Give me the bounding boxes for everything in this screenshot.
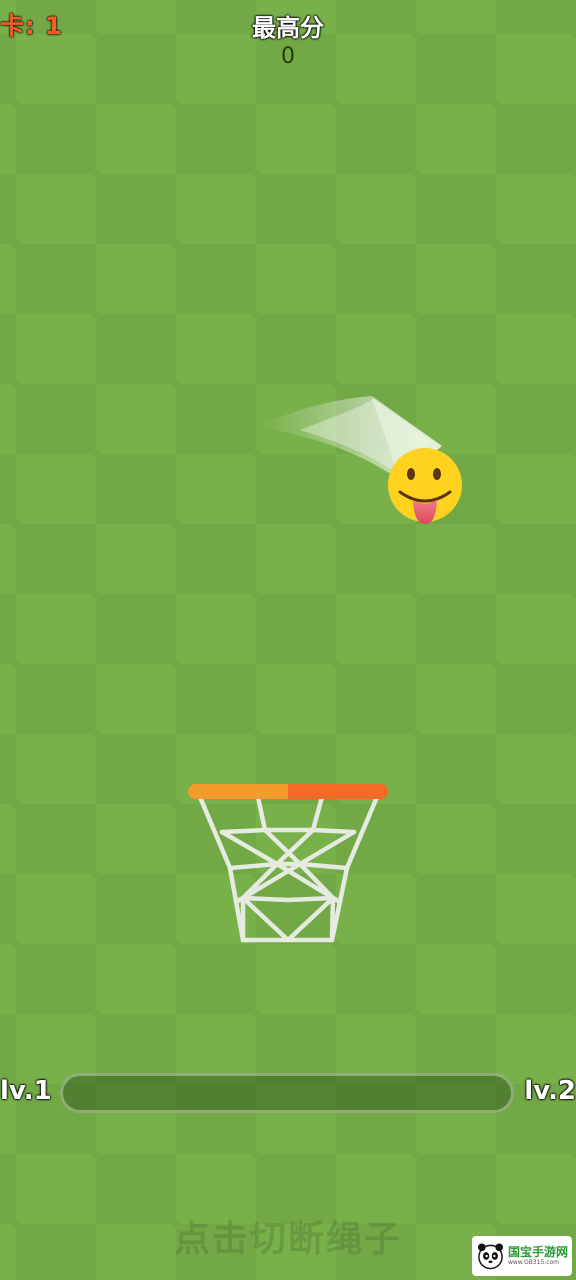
watermark-brand: 国宝手游网 <box>507 1245 568 1259</box>
current-level-label: lv.1 <box>0 1076 52 1106</box>
site-watermark: 国宝手游网 www.GB315.com <box>472 1236 572 1276</box>
next-level-label: lv.2 <box>524 1076 576 1106</box>
level-progress-bar <box>60 1073 514 1113</box>
left-eye <box>407 468 415 480</box>
emoji-ball <box>388 448 462 524</box>
panda-logo-icon <box>477 1243 504 1270</box>
watermark-url: www.GB315.com <box>507 1259 560 1266</box>
right-eye <box>433 468 441 480</box>
basketball-hoop <box>188 784 388 943</box>
